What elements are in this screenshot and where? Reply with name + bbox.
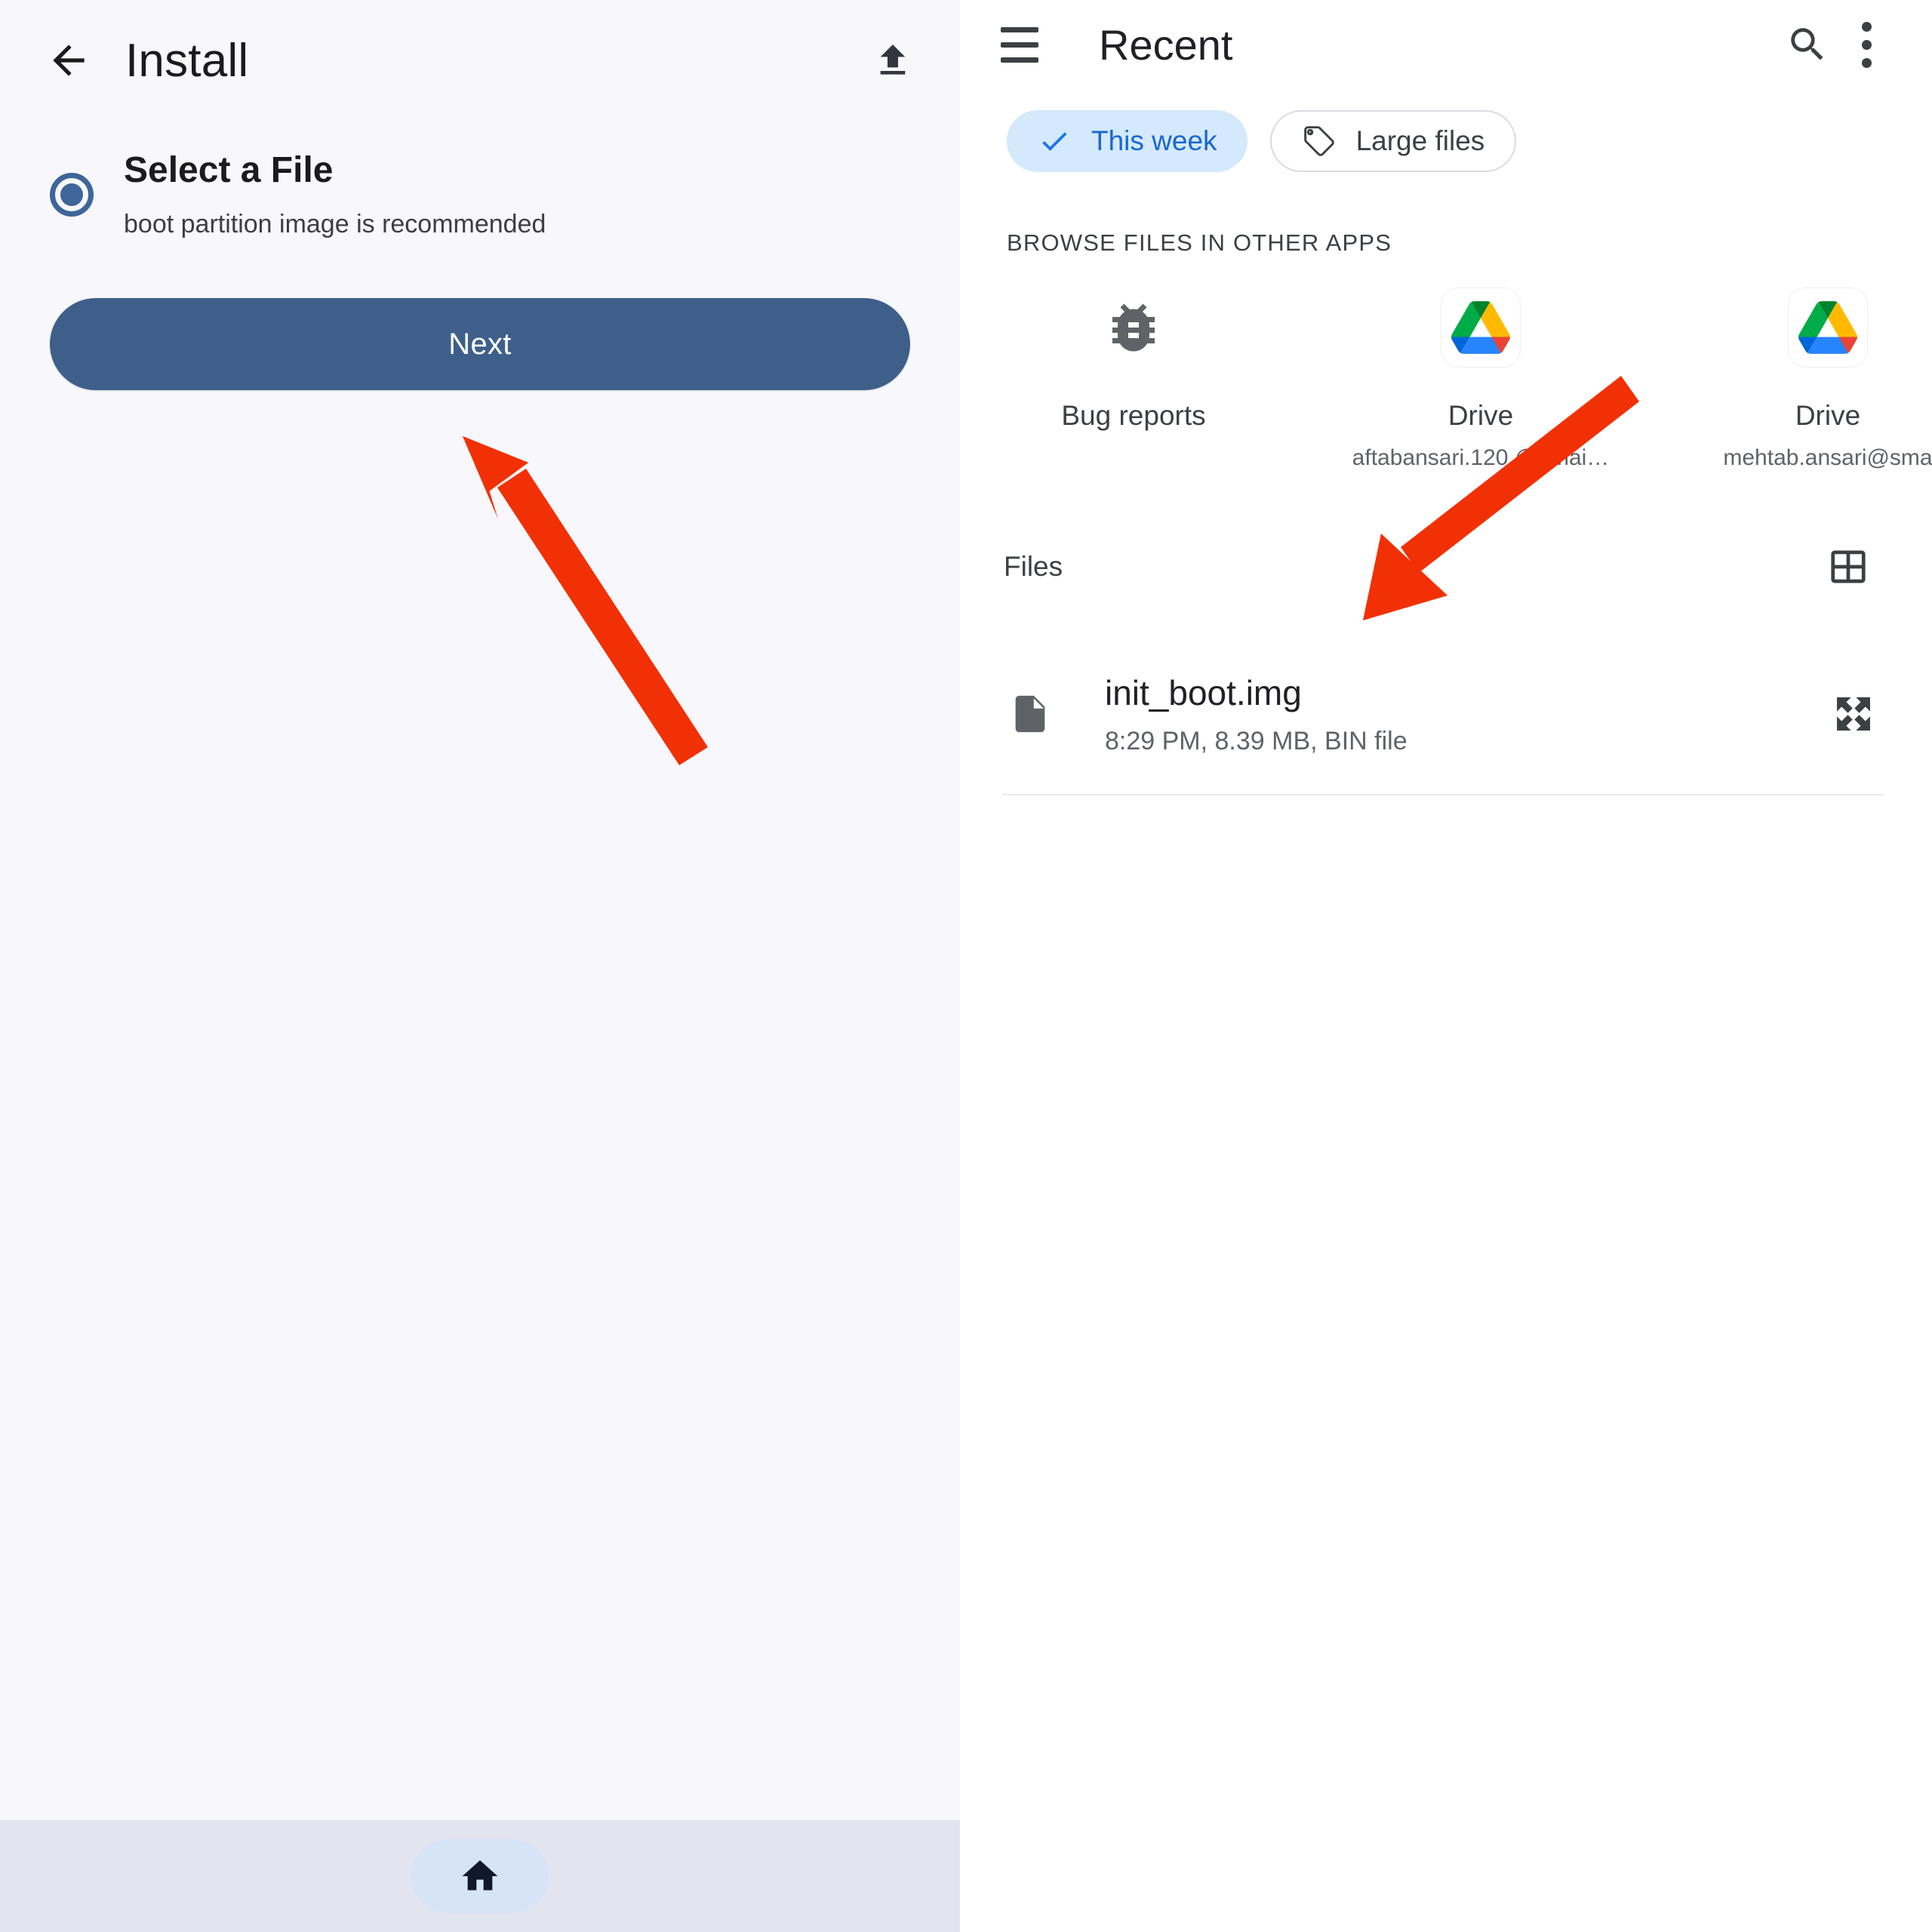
home-icon [462, 1860, 498, 1890]
files-page-title: Recent [1099, 20, 1233, 69]
browse-section-label: BROWSE FILES IN OTHER APPS [1007, 229, 1392, 256]
search-icon[interactable] [1778, 15, 1837, 74]
tag-icon [1302, 124, 1337, 158]
next-button[interactable]: Next [50, 298, 910, 391]
google-drive-icon [1789, 288, 1867, 367]
app-item-drive-2[interactable]: Drive mehtab.ansari@sma [1654, 288, 1932, 471]
list-item[interactable]: init_boot.img 8:29 PM, 8.39 MB, BIN file [960, 663, 1932, 765]
chip-this-week[interactable]: This week [1007, 110, 1247, 172]
app-name-drive-2: Drive [1795, 400, 1861, 431]
google-drive-icon [1441, 288, 1520, 367]
bottom-navigation-bar [0, 1820, 960, 1932]
install-content-empty-area [0, 390, 960, 1820]
file-row-divider [1002, 794, 1884, 795]
install-app-pane: Install Select a File boot partition ima… [0, 0, 960, 1932]
file-picker-pane: Recent This week Large files BROWSE FILE… [960, 0, 1932, 1932]
files-section-label: Files [1004, 551, 1063, 582]
files-section-header: Files [960, 471, 1932, 596]
filter-chips-row: This week Large files [960, 89, 1932, 172]
option-subtitle: boot partition image is recommended [124, 209, 546, 238]
page-title: Install [125, 34, 249, 87]
back-arrow-icon[interactable] [44, 35, 94, 85]
file-name: init_boot.img [1105, 672, 1302, 712]
chip-this-week-label: This week [1091, 125, 1217, 156]
expand-icon[interactable] [1823, 684, 1884, 744]
app-account-drive-2: mehtab.ansari@sma [1723, 445, 1932, 470]
app-name-drive-1: Drive [1447, 400, 1514, 431]
file-details: 8:29 PM, 8.39 MB, BIN file [1105, 726, 1407, 755]
next-button-label: Next [448, 327, 512, 361]
home-button[interactable] [411, 1839, 549, 1913]
file-list: init_boot.img 8:29 PM, 8.39 MB, BIN file [960, 663, 1932, 795]
file-meta: init_boot.img 8:29 PM, 8.39 MB, BIN file [1105, 672, 1823, 756]
bug-icon [1094, 288, 1173, 367]
radio-inner-dot [60, 183, 83, 206]
other-apps-row: Bug reports Drive aftabansari.120 @gmai… [960, 257, 1932, 471]
radio-button-select-a-file[interactable] [50, 172, 94, 217]
app-name-bug-reports: Bug reports [1061, 400, 1206, 431]
chip-large-files[interactable]: Large files [1269, 110, 1517, 172]
files-appbar: Recent [960, 0, 1932, 89]
install-appbar: Install [0, 0, 960, 121]
app-item-bug-reports[interactable]: Bug reports [960, 288, 1307, 445]
select-a-file-option[interactable]: Select a File boot partition image is re… [0, 149, 960, 239]
more-vert-icon[interactable] [1837, 15, 1896, 74]
file-icon [1002, 686, 1058, 742]
grid-view-icon[interactable] [1819, 537, 1878, 596]
upload-icon[interactable] [869, 37, 916, 84]
hamburger-menu-icon[interactable] [993, 18, 1046, 71]
app-account-drive-1: aftabansari.120 @gmai… [1352, 445, 1610, 470]
app-item-drive-1[interactable]: Drive aftabansari.120 @gmai… [1307, 288, 1654, 471]
chip-large-files-label: Large files [1355, 125, 1485, 156]
option-text-group: Select a File boot partition image is re… [124, 149, 546, 239]
check-icon [1037, 124, 1072, 158]
screenshot-root: Install Select a File boot partition ima… [0, 0, 1932, 1932]
option-title: Select a File [124, 150, 334, 190]
